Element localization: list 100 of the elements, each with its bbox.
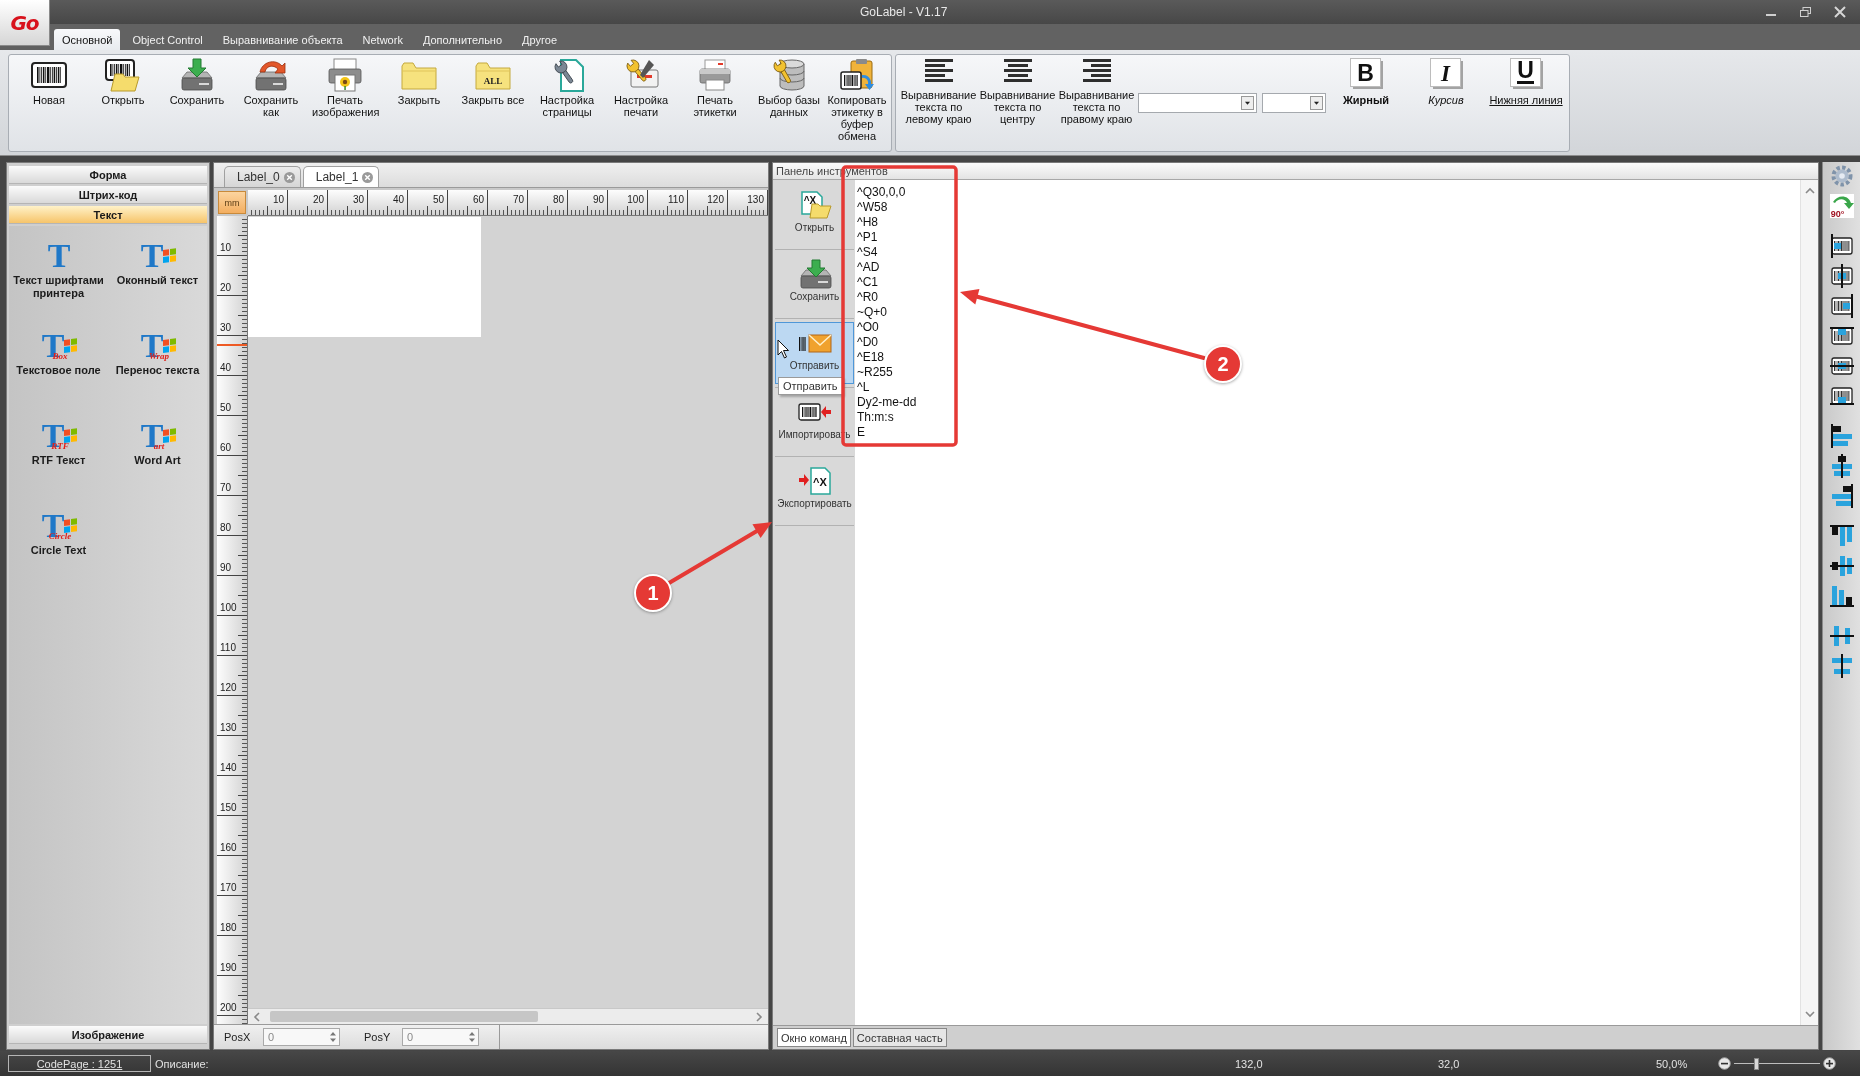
export-button[interactable]: ^X Экспортировать (775, 460, 854, 522)
command-line: ^H8 (857, 215, 878, 230)
print-setup-button[interactable]: Настройка печати (604, 58, 678, 118)
align-right-button[interactable]: Выравнивание текста по правому краю (1057, 58, 1136, 125)
ruler-number: 170 (220, 882, 237, 893)
app-logo: Go (10, 10, 39, 35)
text-tool-button[interactable]: TRTF RTF Текст (9, 419, 108, 509)
category-header[interactable]: Форма (9, 166, 207, 184)
command-line: ^R0 (857, 290, 878, 305)
distribute-icon[interactable] (1829, 624, 1854, 648)
close-icon[interactable] (283, 171, 295, 183)
barcode-position-icon[interactable] (1829, 324, 1854, 348)
copy-button[interactable]: Копировать этикетку в буфер обмена (826, 58, 888, 142)
scroll-right-icon[interactable] (754, 1011, 764, 1022)
new-button[interactable]: Новая (12, 58, 86, 106)
ruler-number: 110 (220, 642, 236, 653)
close-button[interactable]: Закрыть (382, 58, 456, 106)
bold-button[interactable]: B Жирный (1326, 58, 1406, 106)
position-field[interactable]: 0 (402, 1028, 479, 1046)
restore-icon[interactable] (1800, 7, 1811, 17)
save-button[interactable]: Сохранить (775, 253, 854, 315)
zoom-in-icon[interactable] (1823, 1057, 1836, 1070)
align-objects-icon[interactable] (1829, 454, 1854, 478)
zoom-out-icon[interactable] (1718, 1057, 1731, 1070)
distribute-icon[interactable] (1829, 654, 1854, 678)
command-line: Th:m:s (857, 410, 894, 425)
panel-tab[interactable]: Составная часть (852, 1028, 947, 1047)
caret-icon[interactable] (1241, 96, 1254, 110)
category-header[interactable]: Текст (9, 206, 207, 224)
close-all-button[interactable]: ALL Закрыть все (456, 58, 530, 106)
ribbon-tab[interactable]: Основной (54, 29, 121, 50)
text-tool-button[interactable]: T Текст шрифтами принтера (9, 239, 108, 329)
underline-button[interactable]: U Нижняя линия (1486, 58, 1566, 106)
scroll-down-icon[interactable] (1804, 1009, 1815, 1019)
command-line: ^AD (857, 260, 880, 275)
barcode-position-icon[interactable] (1829, 384, 1854, 408)
ribbon-tab[interactable]: Другое (514, 29, 565, 50)
italic-icon: I (1429, 58, 1463, 89)
align-objects-icon[interactable] (1829, 554, 1854, 578)
text-tool-button[interactable]: TBox Текстовое поле (9, 329, 108, 419)
ruler-number: 10 (272, 194, 284, 205)
position-field[interactable]: 0 (263, 1028, 340, 1046)
barcode-position-icon[interactable] (1829, 264, 1854, 288)
scroll-left-icon[interactable] (252, 1011, 262, 1022)
ribbon-tab[interactable]: Дополнительно (414, 29, 511, 50)
page-setup-button[interactable]: Настройка страницы (530, 58, 604, 118)
command-line: ^E18 (857, 350, 884, 365)
save-button[interactable]: Сохранить (160, 58, 234, 106)
command-line: E (857, 425, 865, 440)
save-as-button[interactable]: Сохранить как (234, 58, 308, 118)
spinner-icon[interactable] (329, 1030, 337, 1044)
category-header[interactable]: Штрих-код (9, 186, 207, 204)
text-tool-button[interactable]: TWrap Перенос текста (108, 329, 207, 419)
zoom-thumb[interactable] (1754, 1057, 1760, 1070)
ruler-number: 70 (512, 194, 524, 205)
horizontal-scrollbar[interactable] (248, 1008, 768, 1024)
ruler-number: 160 (220, 842, 237, 853)
text-tool-button[interactable]: T Оконный текст (108, 239, 207, 329)
close-icon[interactable] (362, 171, 374, 183)
open-button[interactable]: ^X Открыть (775, 184, 854, 246)
rotate-icon[interactable]: 90° (1829, 194, 1854, 218)
align-objects-icon[interactable] (1829, 424, 1854, 448)
font-dropdown[interactable] (1138, 93, 1257, 113)
print-label-button[interactable]: Печать этикетки (678, 58, 752, 118)
database-button[interactable]: Выбор базы данных (752, 58, 826, 118)
mouse-pointer-icon (777, 339, 790, 359)
command-line: ~R255 (857, 365, 893, 380)
barcode-position-icon[interactable] (1829, 294, 1854, 318)
ribbon-tab[interactable]: Network (354, 29, 411, 50)
document-tab[interactable]: Label_1 (302, 166, 380, 187)
document-tab[interactable]: Label_0 (224, 166, 301, 187)
ruler-number: 120 (220, 682, 237, 693)
barcode-position-icon[interactable] (1829, 354, 1854, 378)
align-objects-icon[interactable] (1829, 584, 1854, 608)
italic-button[interactable]: I Курсив (1406, 58, 1486, 106)
caret-icon[interactable] (1310, 96, 1323, 110)
ribbon-tab[interactable]: Выравнивание объекта (214, 29, 351, 50)
vertical-scrollbar[interactable] (1800, 180, 1818, 1025)
scroll-thumb[interactable] (270, 1011, 538, 1022)
ribbon-tab[interactable]: Object Control (124, 29, 211, 50)
align-center-button[interactable]: Выравнивание текста по центру (978, 58, 1057, 125)
align-left-button[interactable]: Выравнивание текста по левому краю (899, 58, 978, 125)
print-image-button[interactable]: Печать изображения (308, 58, 382, 118)
ruler-number: 20 (312, 194, 324, 205)
text-tool-button[interactable]: Tart Word Art (108, 419, 207, 509)
settings-icon[interactable] (1829, 164, 1854, 188)
panel-tab[interactable]: Окно команд (777, 1028, 851, 1047)
open-button[interactable]: Открыть (86, 58, 160, 106)
scroll-up-icon[interactable] (1804, 186, 1815, 196)
size-dropdown[interactable] (1262, 93, 1326, 113)
barcode-position-icon[interactable] (1829, 234, 1854, 258)
spinner-icon[interactable] (468, 1030, 476, 1044)
align-objects-icon[interactable] (1829, 524, 1854, 548)
category-header[interactable]: Изображение (9, 1026, 207, 1044)
text-tool-button[interactable]: TCircle Circle Text (9, 509, 108, 599)
close-icon[interactable] (1835, 7, 1845, 17)
ruler-number: 80 (220, 522, 232, 533)
align-objects-icon[interactable] (1829, 484, 1854, 508)
printer-picture-icon (327, 58, 363, 92)
ruler-number: 120 (707, 194, 724, 205)
